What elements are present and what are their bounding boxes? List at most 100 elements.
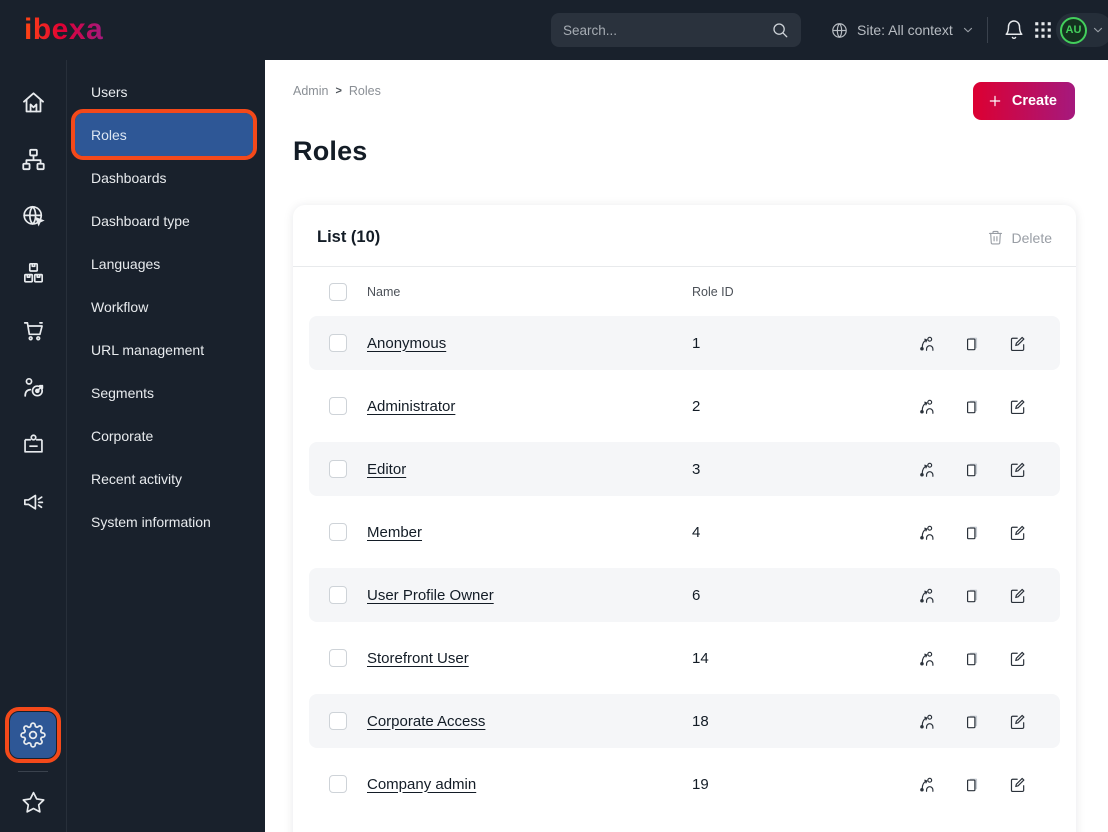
- menu-item-recent-activity[interactable]: Recent activity: [67, 457, 265, 500]
- role-name-link[interactable]: User Profile Owner: [367, 587, 692, 604]
- rail-item-content-structure[interactable]: [11, 131, 55, 188]
- menu-item-dashboard-type[interactable]: Dashboard type: [67, 199, 265, 242]
- rail-item-personalization[interactable]: [11, 359, 55, 416]
- edit-button[interactable]: [1008, 586, 1027, 605]
- rail-item-home[interactable]: [11, 74, 55, 131]
- row-checkbox[interactable]: [329, 586, 347, 604]
- edit-button[interactable]: [1008, 460, 1027, 479]
- row-checkbox[interactable]: [329, 460, 347, 478]
- app-grid-icon[interactable]: [1032, 19, 1054, 41]
- edit-icon: [1008, 397, 1027, 416]
- rail-item-site[interactable]: [11, 188, 55, 245]
- role-name-link[interactable]: Anonymous: [367, 335, 692, 352]
- copy-icon: [963, 775, 982, 794]
- menu-item-corporate[interactable]: Corporate: [67, 414, 265, 457]
- edit-icon: [1008, 334, 1027, 353]
- rail-item-campaigns[interactable]: [11, 473, 55, 530]
- gear-icon: [20, 722, 46, 748]
- menu-item-roles[interactable]: Roles: [71, 109, 257, 160]
- menu-item-workflow[interactable]: Workflow: [67, 285, 265, 328]
- site-context-switcher[interactable]: Site: All context: [830, 0, 975, 60]
- menu-item-dashboards[interactable]: Dashboards: [67, 156, 265, 199]
- rail-divider: [18, 771, 48, 772]
- assign-users-icon: [918, 397, 937, 416]
- create-button-label: Create: [1011, 93, 1057, 109]
- copy-button[interactable]: [963, 523, 982, 542]
- copy-icon: [963, 460, 982, 479]
- assign-users-button[interactable]: [918, 523, 937, 542]
- assign-users-button[interactable]: [918, 775, 937, 794]
- rail-item-corporate[interactable]: [11, 416, 55, 473]
- copy-button[interactable]: [963, 397, 982, 416]
- row-checkbox[interactable]: [329, 334, 347, 352]
- topbar: ibexa Site: All context AU: [0, 0, 1108, 60]
- row-checkbox[interactable]: [329, 397, 347, 415]
- assign-users-button[interactable]: [918, 397, 937, 416]
- rail-item-admin-settings[interactable]: [5, 707, 61, 763]
- user-menu[interactable]: AU: [1056, 13, 1108, 47]
- breadcrumb-admin[interactable]: Admin: [293, 84, 328, 98]
- cart-icon: [20, 317, 47, 344]
- topbar-divider: [987, 17, 988, 43]
- create-button[interactable]: Create: [972, 82, 1075, 120]
- delete-button-label: Delete: [1011, 229, 1052, 246]
- rail-item-products[interactable]: [11, 245, 55, 302]
- assign-users-button[interactable]: [918, 334, 937, 353]
- role-name-link[interactable]: Member: [367, 524, 692, 541]
- role-name-link[interactable]: Corporate Access: [367, 713, 692, 730]
- avatar[interactable]: AU: [1060, 16, 1087, 44]
- copy-button[interactable]: [963, 712, 982, 731]
- select-all-checkbox[interactable]: [329, 282, 347, 301]
- role-name-link[interactable]: Company admin: [367, 776, 692, 793]
- copy-button[interactable]: [963, 334, 982, 353]
- menu-item-segments[interactable]: Segments: [67, 371, 265, 414]
- assign-users-button[interactable]: [918, 586, 937, 605]
- edit-icon: [1008, 523, 1027, 542]
- boxes-icon: [20, 260, 47, 287]
- edit-icon: [1008, 775, 1027, 794]
- search-input[interactable]: [563, 22, 771, 38]
- assign-users-button[interactable]: [918, 712, 937, 731]
- copy-icon: [963, 712, 982, 731]
- copy-button[interactable]: [963, 586, 982, 605]
- edit-button[interactable]: [1008, 775, 1027, 794]
- edit-button[interactable]: [1008, 712, 1027, 731]
- edit-button[interactable]: [1008, 523, 1027, 542]
- delete-button[interactable]: Delete: [987, 229, 1052, 246]
- search-icon[interactable]: [771, 21, 789, 39]
- notifications-bell-icon[interactable]: [1003, 19, 1025, 41]
- person-target-icon: [20, 374, 47, 401]
- role-name-link[interactable]: Storefront User: [367, 650, 692, 667]
- copy-button[interactable]: [963, 649, 982, 668]
- copy-icon: [963, 397, 982, 416]
- assign-users-button[interactable]: [918, 649, 937, 668]
- row-checkbox[interactable]: [329, 523, 347, 541]
- assign-users-button[interactable]: [918, 460, 937, 479]
- rail-item-favorites[interactable]: [11, 782, 55, 822]
- row-checkbox[interactable]: [329, 649, 347, 667]
- rail-item-commerce[interactable]: [11, 302, 55, 359]
- global-search[interactable]: [551, 13, 801, 47]
- table-row: Company admin 19: [309, 757, 1060, 811]
- copy-icon: [963, 649, 982, 668]
- role-id-value: 14: [692, 649, 709, 667]
- trash-icon: [987, 229, 1004, 246]
- row-checkbox[interactable]: [329, 775, 347, 793]
- copy-button[interactable]: [963, 460, 982, 479]
- edit-button[interactable]: [1008, 649, 1027, 668]
- copy-icon: [963, 523, 982, 542]
- role-name-link[interactable]: Administrator: [367, 398, 692, 415]
- copy-button[interactable]: [963, 775, 982, 794]
- edit-button[interactable]: [1008, 334, 1027, 353]
- edit-button[interactable]: [1008, 397, 1027, 416]
- role-name-link[interactable]: Editor: [367, 461, 692, 478]
- table-rows: Anonymous 1 Administrator 2 Editor 3 Mem…: [293, 316, 1076, 811]
- menu-item-users[interactable]: Users: [67, 70, 265, 113]
- menu-item-languages[interactable]: Languages: [67, 242, 265, 285]
- row-checkbox[interactable]: [329, 712, 347, 730]
- edit-icon: [1008, 649, 1027, 668]
- breadcrumb-roles[interactable]: Roles: [349, 84, 381, 98]
- menu-item-url-management[interactable]: URL management: [67, 328, 265, 371]
- menu-item-system-information[interactable]: System information: [67, 500, 265, 543]
- role-id-value: 6: [692, 586, 701, 604]
